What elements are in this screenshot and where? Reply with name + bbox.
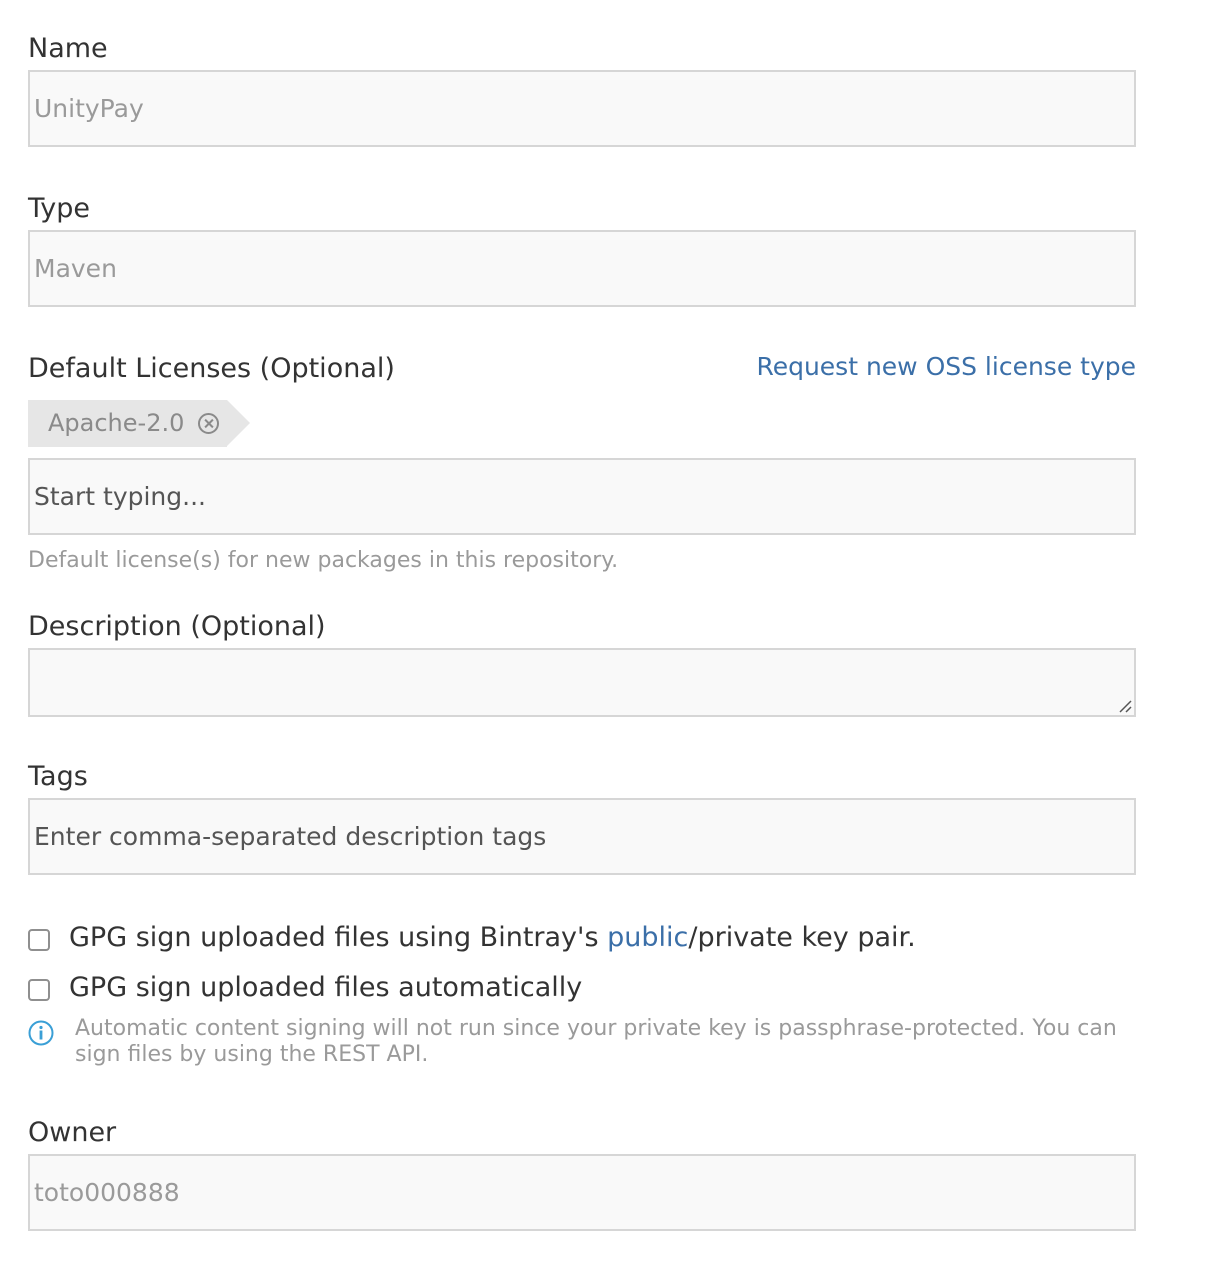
tags-placeholder: Enter comma-separated description tags (34, 822, 547, 851)
license-search-placeholder: Start typing... (34, 482, 206, 511)
gpg-auto-checkbox[interactable] (28, 979, 50, 1001)
license-tag: Apache-2.0 (28, 400, 251, 447)
owner-field[interactable]: toto000888 (28, 1154, 1136, 1231)
resize-handle-icon[interactable] (1118, 699, 1132, 713)
name-value: UnityPay (34, 94, 144, 123)
description-label: Description (Optional) (28, 611, 326, 642)
gpg-auto-label: GPG sign uploaded files automatically (69, 972, 583, 1003)
name-label: Name (28, 33, 108, 64)
info-icon (28, 1020, 54, 1046)
description-textarea[interactable] (28, 648, 1136, 717)
type-value: Maven (34, 254, 117, 283)
type-label: Type (28, 193, 91, 224)
circle-x-icon[interactable] (198, 413, 220, 434)
license-search-input[interactable]: Start typing... (28, 458, 1136, 535)
licenses-help-text: Default license(s) for new packages in t… (28, 548, 619, 573)
tags-label: Tags (28, 761, 88, 792)
licenses-label: Default Licenses (Optional) (28, 353, 395, 384)
gpg-sign-text-before: GPG sign uploaded files using Bintray's (69, 922, 608, 953)
type-field[interactable]: Maven (28, 230, 1136, 307)
gpg-sign-text-after: /private key pair. (688, 922, 916, 953)
owner-label: Owner (28, 1117, 117, 1148)
public-key-link[interactable]: public (607, 922, 688, 953)
request-license-link[interactable]: Request new OSS license type (756, 350, 1136, 384)
info-text: Automatic content signing will not run s… (75, 1016, 1117, 1067)
name-field[interactable]: UnityPay (28, 70, 1136, 147)
license-tag-label: Apache-2.0 (48, 409, 185, 437)
tags-input[interactable]: Enter comma-separated description tags (28, 798, 1136, 875)
owner-value: toto000888 (34, 1178, 180, 1207)
gpg-sign-checkbox[interactable] (28, 929, 50, 951)
gpg-sign-label: GPG sign uploaded files using Bintray's … (69, 921, 916, 955)
